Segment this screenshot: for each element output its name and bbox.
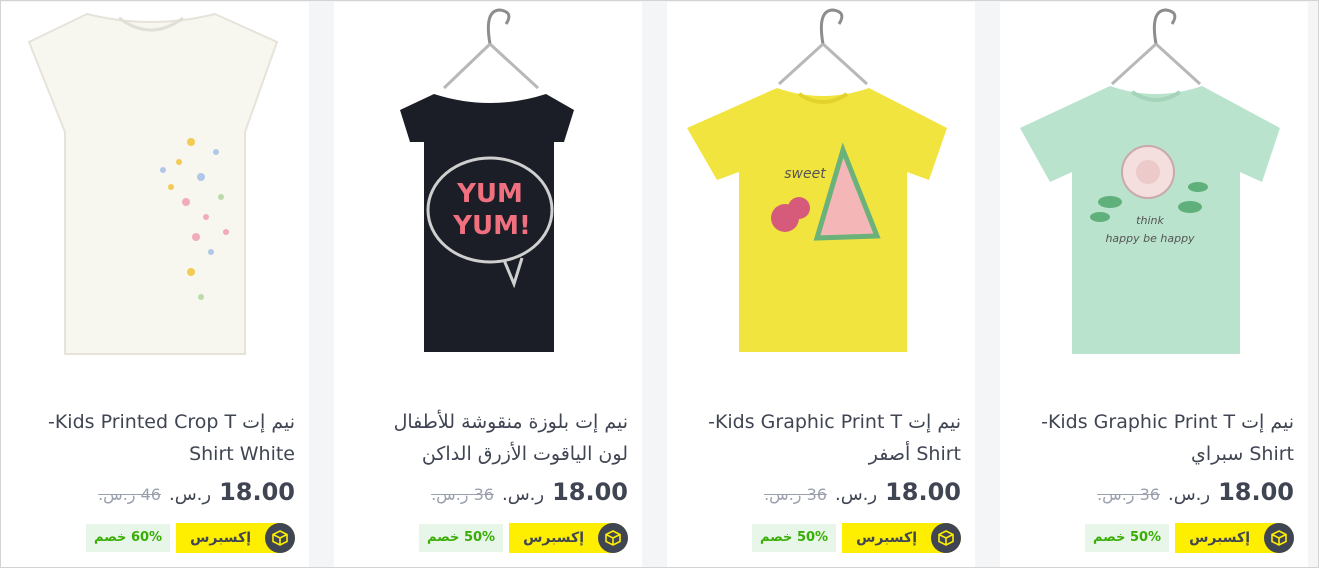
discount-badge: 50% خصم (752, 524, 837, 552)
discount-badge: 50% خصم (419, 524, 504, 552)
discount-badge: 50% خصم (1085, 524, 1170, 552)
product-image[interactable]: think happy be happy (1000, 2, 1308, 374)
product-title-line: Shirt سبراي (1191, 443, 1294, 465)
express-badge: إكسبرس (1175, 523, 1294, 553)
print-text: happy be happy (1105, 232, 1195, 245)
old-price: 46 ر.س. (98, 485, 161, 504)
express-label: إكسبرس (190, 530, 251, 546)
express-badge: إكسبرس (842, 523, 961, 553)
express-badge: إكسبرس (509, 523, 628, 553)
currency-label: ر.س. (1167, 484, 1211, 505)
box-icon (931, 523, 961, 553)
badges: إكسبرس 50% خصم (419, 522, 628, 554)
print-text: YUM (456, 179, 523, 209)
price-row: 18.00 ر.س. 36 ر.س. (431, 478, 628, 514)
product-card[interactable]: sweet نيم إت Kids Graphic Print T- Shirt… (667, 2, 975, 567)
price-row: 18.00 ر.س. 36 ر.س. (764, 478, 961, 514)
product-image[interactable]: sweet (667, 2, 975, 374)
product-title-line: لون الياقوت الأزرق الداكن (421, 443, 628, 465)
product-image[interactable]: YUM YUM! (334, 2, 642, 374)
current-price: 18.00 (552, 478, 628, 506)
express-label: إكسبرس (1189, 530, 1250, 546)
old-price: 36 ر.س. (1097, 485, 1160, 504)
old-price: 36 ر.س. (431, 485, 494, 504)
badges: إكسبرس 50% خصم (1085, 522, 1294, 554)
product-title-line: Shirt White (189, 443, 295, 465)
badges: إكسبرس 50% خصم (752, 522, 961, 554)
current-price: 18.00 (885, 478, 961, 506)
box-icon (265, 523, 295, 553)
currency-label: ر.س. (501, 484, 545, 505)
box-icon (598, 523, 628, 553)
express-label: إكسبرس (856, 530, 917, 546)
current-price: 18.00 (219, 478, 295, 506)
currency-label: ر.س. (168, 484, 212, 505)
product-card[interactable]: نيم إت Kids Printed Crop T- Shirt White … (1, 2, 309, 567)
print-text: think (1136, 214, 1164, 227)
product-title[interactable]: نيم إت Kids Printed Crop T- Shirt White (13, 406, 295, 470)
product-title-line: نيم إت Kids Graphic Print T- (1041, 411, 1294, 433)
express-badge: إكسبرس (176, 523, 295, 553)
discount-badge: 60% خصم (86, 524, 171, 552)
product-card[interactable]: YUM YUM! نيم إت بلوزة منقوشة للأطفال لون… (334, 2, 642, 567)
old-price: 36 ر.س. (764, 485, 827, 504)
print-text: sweet (784, 166, 826, 182)
product-title-line: نيم إت Kids Printed Crop T- (47, 411, 295, 433)
product-image[interactable] (1, 2, 309, 374)
box-icon (1264, 523, 1294, 553)
price-row: 18.00 ر.س. 46 ر.س. (98, 478, 295, 514)
product-title-line: نيم إت بلوزة منقوشة للأطفال (393, 411, 628, 433)
product-title-line: Shirt أصفر (868, 443, 961, 465)
product-title[interactable]: نيم إت Kids Graphic Print T- Shirt أصفر (679, 406, 961, 470)
badges: إكسبرس 60% خصم (86, 522, 295, 554)
product-title[interactable]: نيم إت بلوزة منقوشة للأطفال لون الياقوت … (346, 406, 628, 470)
product-title[interactable]: نيم إت Kids Graphic Print T- Shirt سبراي (1012, 406, 1294, 470)
product-title-line: نيم إت Kids Graphic Print T- (708, 411, 961, 433)
price-row: 18.00 ر.س. 36 ر.س. (1097, 478, 1294, 514)
currency-label: ر.س. (834, 484, 878, 505)
product-grid: نيم إت Kids Printed Crop T- Shirt White … (0, 0, 1319, 568)
print-text: YUM! (452, 211, 531, 241)
current-price: 18.00 (1218, 478, 1294, 506)
express-label: إكسبرس (523, 530, 584, 546)
product-card[interactable]: think happy be happy نيم إت Kids Graphic… (1000, 2, 1308, 567)
